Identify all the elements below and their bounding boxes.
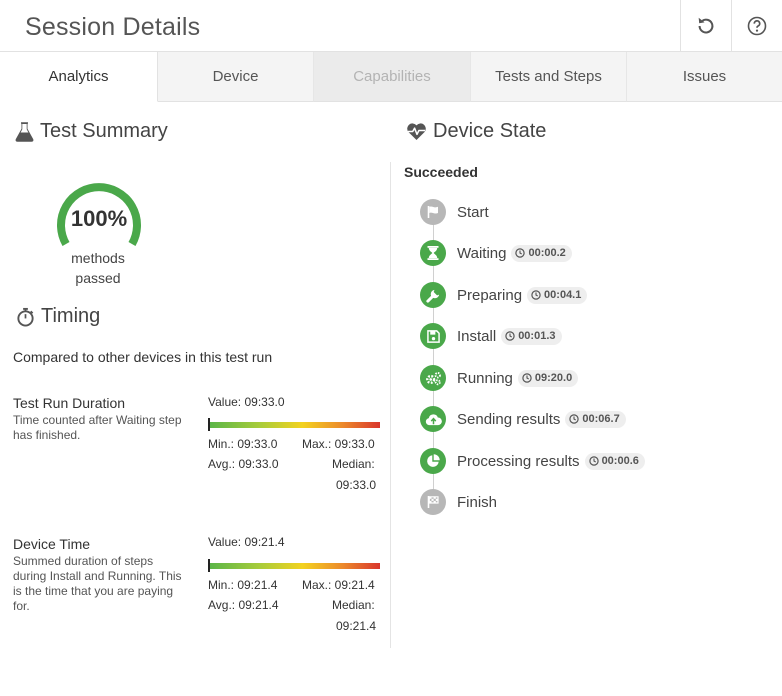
step-duration: 00:00.2 xyxy=(528,247,566,259)
step-preparing: Preparing 00:04.1 xyxy=(420,282,588,308)
step-finish: Finish xyxy=(420,489,497,515)
step-sending-results: Sending results 00:06.7 xyxy=(420,406,626,432)
step-install: Install 00:01.3 xyxy=(420,323,562,349)
wrench-icon xyxy=(420,282,446,308)
clock-icon xyxy=(569,414,580,424)
step-duration-badge: 00:06.7 xyxy=(565,410,626,428)
test-summary-heading: Test Summary xyxy=(15,120,168,143)
header: Session Details xyxy=(0,0,782,52)
step-start: Start xyxy=(420,199,489,225)
metric-description: Time counted after Waiting step has fini… xyxy=(13,413,182,442)
refresh-icon xyxy=(698,17,714,34)
tab-label: Tests and Steps xyxy=(495,68,602,85)
metric-median: 09:21.4 xyxy=(336,619,377,633)
metric-range-bar xyxy=(208,418,380,431)
timing-heading: Timing xyxy=(16,305,100,328)
save-icon xyxy=(420,323,446,349)
metric-avg: Avg.: 09:21.4 xyxy=(208,598,279,612)
metric-min: Min.: 09:21.4 xyxy=(208,578,278,592)
metric-max: Max.: 09:21.4 xyxy=(302,578,375,592)
flask-icon xyxy=(15,121,34,142)
step-duration-badge: 00:00.6 xyxy=(584,452,645,470)
metric-title: Device Time xyxy=(13,536,91,552)
step-duration-badge: 09:20.0 xyxy=(517,369,579,387)
metric-avg: Avg.: 09:33.0 xyxy=(208,457,279,471)
step-label: Finish xyxy=(457,493,498,511)
metric-value: Value: 09:33.0 xyxy=(208,395,285,409)
section-title-text: Timing xyxy=(41,305,101,327)
step-label: Sending results xyxy=(457,410,561,428)
section-title-text: Test Summary xyxy=(40,120,168,142)
step-duration: 00:06.7 xyxy=(582,413,620,425)
section-title-text: Device State xyxy=(433,120,547,142)
metric-median-label: Median: xyxy=(332,598,375,612)
step-duration-badge: 00:01.3 xyxy=(501,327,562,345)
tab-label: Device xyxy=(212,68,259,85)
hourglass-icon xyxy=(420,240,446,266)
tab-label: Analytics xyxy=(48,68,109,85)
step-label: Start xyxy=(457,203,489,221)
clock-icon xyxy=(588,456,599,466)
page-title: Session Details xyxy=(25,13,201,41)
refresh-button[interactable] xyxy=(680,0,731,52)
tab-tests-and-steps[interactable]: Tests and Steps xyxy=(471,52,627,102)
metric-median: 09:33.0 xyxy=(336,478,377,492)
tab-issues[interactable]: Issues xyxy=(627,52,782,102)
clock-icon xyxy=(505,331,515,341)
step-duration-badge: 00:00.2 xyxy=(511,244,572,262)
clock-icon xyxy=(531,290,541,300)
tab-analytics[interactable]: Analytics xyxy=(0,52,158,102)
step-label: Processing results xyxy=(457,452,580,470)
metric-title: Test Run Duration xyxy=(13,395,126,411)
step-label: Install xyxy=(457,327,497,345)
gauge-label: methods passed xyxy=(71,250,125,286)
timing-compare-text: Compared to other devices in this test r… xyxy=(13,349,273,365)
metric-marker xyxy=(208,559,210,572)
metric-description: Summed duration of steps during Install … xyxy=(13,554,182,613)
pie-chart-icon xyxy=(420,448,446,474)
step-label: Running xyxy=(457,369,513,387)
tab-device[interactable]: Device xyxy=(158,52,314,102)
tab-bar: Analytics Device Capabilities Tests and … xyxy=(0,52,782,102)
step-duration: 00:01.3 xyxy=(518,330,556,342)
metric-marker xyxy=(208,418,210,431)
step-label: Preparing xyxy=(457,286,523,304)
step-duration-badge: 00:04.1 xyxy=(527,286,588,304)
help-button[interactable] xyxy=(731,0,782,52)
tab-label: Issues xyxy=(682,68,727,85)
help-icon xyxy=(747,16,767,36)
column-divider xyxy=(390,162,391,648)
tab-capabilities: Capabilities xyxy=(314,52,471,102)
clock-icon xyxy=(515,248,526,258)
gauge-percent: 100% xyxy=(70,206,128,231)
device-state-status: Succeeded xyxy=(404,164,478,180)
device-state-heading: Device State xyxy=(406,120,546,143)
step-running: Running 09:20.0 xyxy=(420,365,579,391)
cloud-upload-icon xyxy=(420,406,446,432)
metric-max: Max.: 09:33.0 xyxy=(302,437,375,451)
metric-value: Value: 09:21.4 xyxy=(208,535,285,549)
flag-icon xyxy=(420,199,446,225)
step-duration: 09:20.0 xyxy=(534,372,573,384)
metric-median-label: Median: xyxy=(332,457,375,471)
clock-icon xyxy=(522,373,532,383)
step-duration: 00:04.1 xyxy=(544,289,582,301)
cogs-icon xyxy=(420,365,446,391)
stopwatch-icon xyxy=(17,307,34,327)
heartbeat-icon xyxy=(407,123,426,141)
tab-label: Capabilities xyxy=(353,68,431,85)
step-duration: 00:00.6 xyxy=(601,455,639,467)
checkered-flag-icon xyxy=(420,489,446,515)
step-processing-results: Processing results 00:00.6 xyxy=(420,448,645,474)
metric-min: Min.: 09:33.0 xyxy=(208,437,278,451)
step-label: Waiting xyxy=(457,244,507,262)
step-waiting: Waiting 00:00.2 xyxy=(420,240,572,266)
metric-range-bar xyxy=(208,559,380,572)
